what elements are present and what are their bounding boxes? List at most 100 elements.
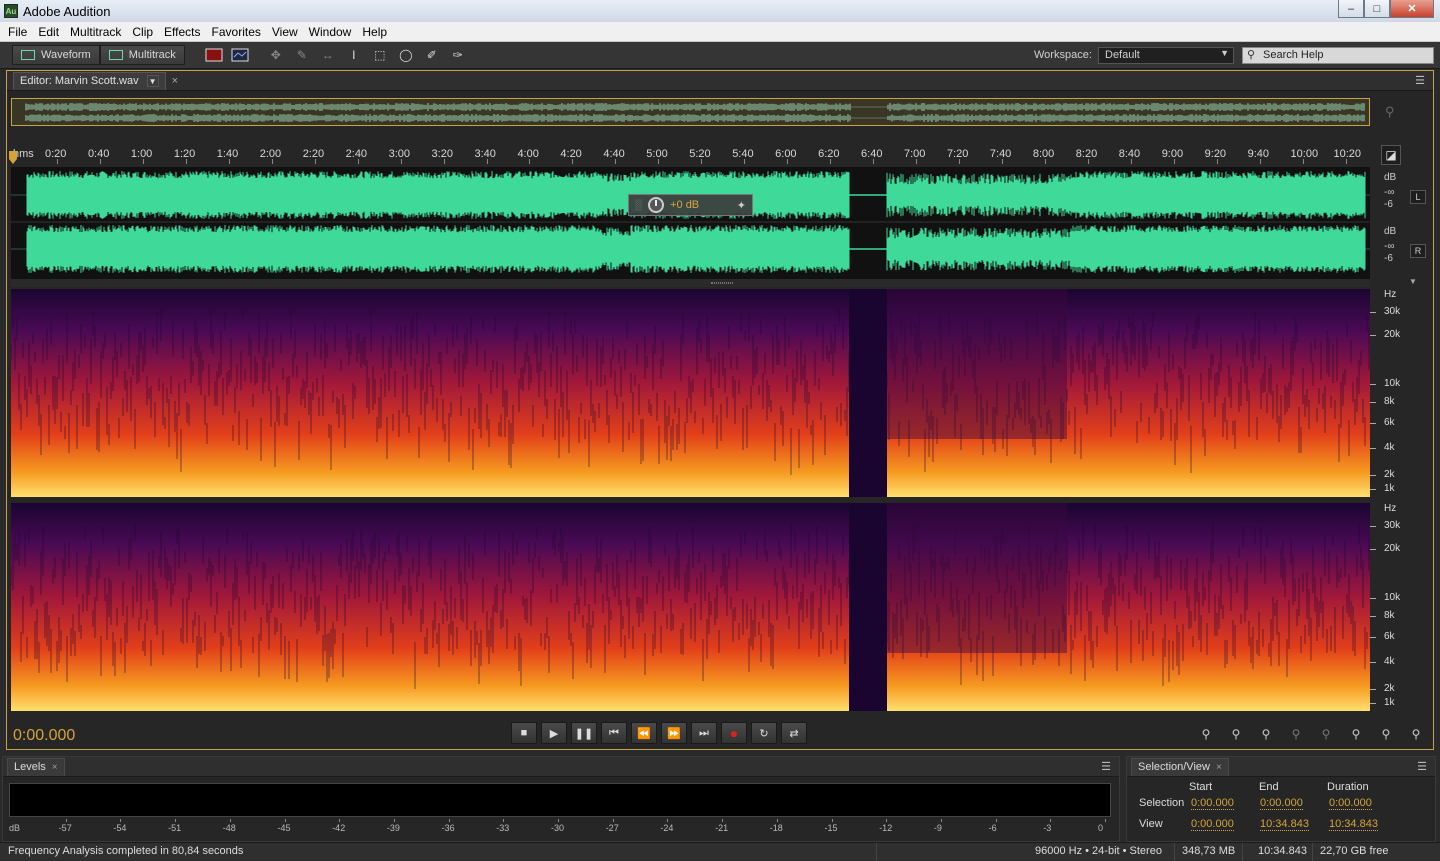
zoom-in-time-icon[interactable]: ⚲ bbox=[1253, 724, 1279, 744]
skip-selection-button[interactable]: ⇄ bbox=[781, 722, 807, 744]
headphones-icon[interactable]: ◪ bbox=[1381, 145, 1401, 165]
selection-view-tab[interactable]: Selection/View × bbox=[1131, 757, 1229, 776]
pin-icon[interactable]: ✦ bbox=[737, 199, 746, 212]
editor-panel: Editor: Marvin Scott.wav ▼ × ☰ ⚲ hms 0:20… bbox=[6, 70, 1434, 750]
workspace-select[interactable]: Default ▼ bbox=[1098, 47, 1234, 64]
waveform-mode-button[interactable]: Waveform bbox=[12, 45, 100, 65]
stop-button[interactable]: ■ bbox=[511, 722, 537, 744]
selection-duration-field[interactable]: 0:00.000 bbox=[1329, 797, 1372, 810]
volume-hud[interactable]: ░ +0 dB ✦ bbox=[628, 194, 753, 216]
spectrum-quiet-section bbox=[887, 289, 1067, 439]
move-tool-icon[interactable]: ✥ bbox=[267, 46, 285, 64]
right-hz-tick bbox=[1370, 526, 1376, 527]
zoom-in-amplitude-icon[interactable]: ⚲ bbox=[1193, 724, 1219, 744]
hud-volume-value: +0 dB bbox=[670, 199, 700, 211]
levels-tab[interactable]: Levels × bbox=[7, 757, 65, 776]
search-help-input[interactable]: ⚲ Search Help bbox=[1242, 47, 1434, 64]
spectral-display-right[interactable] bbox=[11, 503, 1370, 711]
fast-forward-button[interactable]: ⏩ bbox=[661, 722, 687, 744]
spectral-pitch-display-icon[interactable] bbox=[231, 46, 249, 64]
rewind-button[interactable]: ⏪ bbox=[631, 722, 657, 744]
menu-effects[interactable]: Effects bbox=[160, 25, 204, 39]
menu-file[interactable]: File bbox=[4, 25, 31, 39]
level-scale-label: -57 bbox=[58, 823, 72, 833]
waveform-display[interactable] bbox=[11, 167, 1370, 279]
zoom-out-amplitude-icon[interactable]: ⚲ bbox=[1223, 724, 1249, 744]
slip-tool-icon[interactable]: ↔ bbox=[319, 46, 337, 64]
waveform-icon bbox=[21, 50, 35, 60]
zoom-in-at-in-point-icon[interactable]: ⚲ bbox=[1343, 724, 1369, 744]
view-start-field[interactable]: 0:00.000 bbox=[1191, 818, 1234, 831]
play-button[interactable]: ▶ bbox=[541, 722, 567, 744]
view-end-field[interactable]: 10:34.843 bbox=[1260, 818, 1309, 831]
zoom-out-time-icon[interactable]: ⚲ bbox=[1283, 724, 1309, 744]
time-ruler[interactable]: hms 0:20 0:40 1:00 1:20 1:40 2:00 2:20 2:40 3:00 3… bbox=[11, 146, 1370, 164]
menu-help[interactable]: Help bbox=[358, 25, 391, 39]
left-hz-tick bbox=[1370, 475, 1376, 476]
record-button[interactable]: ● bbox=[721, 722, 747, 744]
ruler-tick-mark bbox=[185, 159, 187, 164]
ruler-tick-label: 7:20 bbox=[946, 148, 969, 160]
multitrack-mode-button[interactable]: Multitrack bbox=[99, 45, 185, 65]
pause-button[interactable]: ❚❚ bbox=[571, 722, 597, 744]
view-divider[interactable] bbox=[11, 279, 1370, 287]
editor-tab[interactable]: Editor: Marvin Scott.wav ▼ bbox=[13, 71, 166, 90]
ruler-tick-mark bbox=[787, 159, 789, 164]
zoom-navigator[interactable] bbox=[11, 98, 1370, 126]
editor-tab-bar: Editor: Marvin Scott.wav ▼ × ☰ bbox=[7, 71, 1433, 91]
left-hz-tick bbox=[1370, 335, 1376, 336]
spectral-frequency-display-icon[interactable] bbox=[205, 46, 223, 64]
waveform-trace bbox=[26, 225, 1366, 273]
ruler-tick-label: 9:40 bbox=[1247, 148, 1270, 160]
menu-edit[interactable]: Edit bbox=[34, 25, 63, 39]
panel-menu-icon[interactable]: ☰ bbox=[1415, 74, 1425, 87]
divider-arrow-icon[interactable]: ▼ bbox=[1409, 277, 1417, 286]
zoom-out-full-icon[interactable]: ⚲ bbox=[1313, 724, 1339, 744]
levels-panel-menu-icon[interactable]: ☰ bbox=[1101, 760, 1111, 773]
level-scale-tick bbox=[448, 819, 450, 822]
ruler-tick-mark bbox=[1130, 159, 1132, 164]
current-time-display: 0:00.000 bbox=[13, 727, 76, 744]
selection-view-panel-menu-icon[interactable]: ☰ bbox=[1417, 760, 1427, 773]
zoom-selection-icon[interactable]: ⚲ bbox=[1403, 724, 1429, 744]
paintbrush-selection-tool-icon[interactable]: ✐ bbox=[423, 46, 441, 64]
skip-to-start-button[interactable]: ⏮ bbox=[601, 722, 627, 744]
menu-clip[interactable]: Clip bbox=[128, 25, 157, 39]
marquee-selection-tool-icon[interactable]: ⬚ bbox=[371, 46, 389, 64]
razor-tool-icon[interactable]: ✎ bbox=[293, 46, 311, 64]
lasso-selection-tool-icon[interactable]: ◯ bbox=[397, 46, 415, 64]
channel-right-toggle[interactable]: R bbox=[1410, 244, 1426, 258]
selection-end-field[interactable]: 0:00.000 bbox=[1260, 797, 1303, 810]
channel-left-toggle[interactable]: L bbox=[1410, 190, 1426, 204]
divider-grip-icon[interactable] bbox=[711, 282, 733, 284]
maximize-button[interactable]: □ bbox=[1364, 0, 1390, 18]
skip-to-end-button[interactable]: ⏭ bbox=[691, 722, 717, 744]
menu-window[interactable]: Window bbox=[305, 25, 356, 39]
file-dropdown-icon[interactable]: ▼ bbox=[146, 75, 159, 87]
playhead-marker[interactable] bbox=[9, 151, 17, 165]
close-window-button[interactable]: ✕ bbox=[1390, 0, 1434, 18]
ruler-tick-mark bbox=[830, 159, 832, 164]
close-selection-view-icon[interactable]: × bbox=[1216, 762, 1222, 773]
loop-playback-button[interactable]: ↻ bbox=[751, 722, 777, 744]
close-levels-icon[interactable]: × bbox=[52, 762, 58, 773]
menu-view[interactable]: View bbox=[268, 25, 302, 39]
menu-favorites[interactable]: Favorites bbox=[208, 25, 265, 39]
multitrack-mode-label: Multitrack bbox=[128, 49, 176, 61]
spot-healing-brush-tool-icon[interactable]: ✑ bbox=[449, 46, 467, 64]
waveform-mode-label: Waveform bbox=[41, 49, 91, 61]
spectral-display-left[interactable] bbox=[11, 289, 1370, 497]
time-selection-tool-icon[interactable]: I bbox=[345, 46, 363, 64]
overview-trace bbox=[25, 114, 1365, 122]
level-scale-tick bbox=[120, 819, 122, 822]
view-duration-field[interactable]: 10:34.843 bbox=[1329, 818, 1378, 831]
volume-knob[interactable] bbox=[648, 197, 665, 213]
status-message: Frequency Analysis completed in 80,84 se… bbox=[8, 845, 244, 857]
zoom-in-at-out-point-icon[interactable]: ⚲ bbox=[1373, 724, 1399, 744]
right-hz-label: 30k bbox=[1384, 520, 1401, 531]
selection-start-field[interactable]: 0:00.000 bbox=[1191, 797, 1234, 810]
minimize-button[interactable]: – bbox=[1338, 0, 1364, 18]
close-tab-icon[interactable]: × bbox=[172, 75, 178, 87]
menu-multitrack[interactable]: Multitrack bbox=[66, 25, 125, 39]
zoom-navigator-icon[interactable]: ⚲ bbox=[1385, 104, 1395, 120]
